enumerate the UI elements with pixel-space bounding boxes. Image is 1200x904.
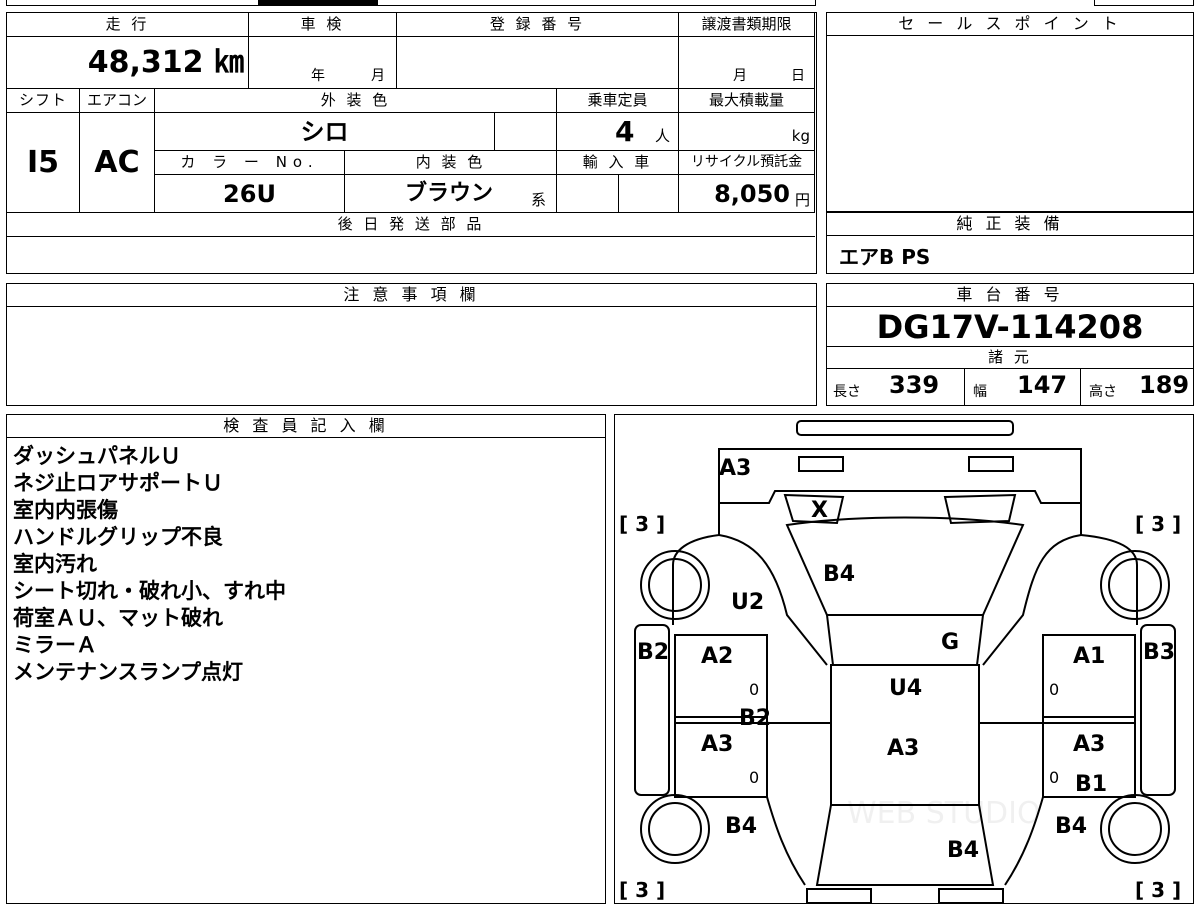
damage-rear-gate: B4 <box>947 838 979 863</box>
exterior-color-value: シロ <box>155 113 495 151</box>
capacity-unit: 人 <box>655 127 671 145</box>
tire-mark-rear-right: [ 3 ] <box>1135 878 1181 902</box>
inspector-note: ネジ止ロアサポートＵ <box>13 471 223 495</box>
import-label: 輸 入 車 <box>557 151 679 175</box>
inspection-label: 車 検 <box>249 13 397 37</box>
genuine-equipment-value: エアB PS <box>839 245 931 269</box>
chassis-box: 車 台 番 号 DG17V-114208 諸 元 長さ 339 幅 147 高さ… <box>826 283 1194 406</box>
inspector-box: 検 査 員 記 入 欄 ダッシュパネルＵ ネジ止ロアサポートＵ 室内内張傷 ハン… <box>6 414 606 904</box>
car-damage-diagram: [ 3 ] [ 3 ] [ 3 ] [ 3 ] A3 X B4 U2 G A2 … <box>614 414 1194 904</box>
notes-label: 注 意 事 項 欄 <box>7 284 816 307</box>
watermark: WEB STUDIO <box>847 796 1041 831</box>
shift-value: I5 <box>7 113 80 213</box>
sales-point-label: セ ー ル ス ポ イ ン ト <box>827 13 1193 36</box>
inspector-note: ダッシュパネルＵ <box>13 444 181 468</box>
damage-right-front-door: A1 <box>1073 644 1105 669</box>
inspection-date: 年 月 <box>249 37 397 89</box>
inspector-note: シート切れ・破れ小、すれ中 <box>13 579 286 603</box>
damage-roof-rear: A3 <box>887 736 919 761</box>
max-load-value: kg <box>679 113 815 151</box>
registration-label: 登 録 番 号 <box>397 13 679 37</box>
interior-color-value: ブラウン <box>405 181 494 206</box>
damage-left-rear-fender: B4 <box>725 814 757 839</box>
damage-left-sill: B2 <box>637 640 669 665</box>
inspector-note: 室内内張傷 <box>13 498 118 522</box>
damage-roof-front: G <box>941 630 959 655</box>
interior-color-label: 内 装 色 <box>345 151 557 175</box>
width-label: 幅 <box>973 384 987 400</box>
interior-color-suffix: 系 <box>531 191 547 209</box>
transfer-deadline-value: 月 日 <box>679 37 815 89</box>
specs-row: 長さ 339 幅 147 高さ 189 <box>827 369 1193 405</box>
tire-mark-front-right: [ 3 ] <box>1135 512 1181 536</box>
recycle-fee-label: リサイクル預託金 <box>679 151 815 175</box>
length-value: 339 <box>889 371 940 399</box>
inspector-label: 検 査 員 記 入 欄 <box>7 415 605 438</box>
capacity-value: 4 <box>615 115 635 148</box>
inspector-note: ミラーＡ <box>13 633 97 657</box>
exterior-color-label: 外 装 色 <box>155 89 557 113</box>
genuine-equipment-label: 純 正 装 備 <box>827 213 1193 236</box>
chassis-label: 車 台 番 号 <box>827 284 1193 307</box>
tire-mark-front-left: [ 3 ] <box>619 512 665 536</box>
damage-left-front-fender: U2 <box>731 590 764 615</box>
sales-point-box: セ ー ル ス ポ イ ン ト <box>826 12 1194 212</box>
damage-roof: U4 <box>889 676 922 701</box>
genuine-equipment-box: 純 正 装 備 エアB PS <box>826 212 1194 274</box>
color-number-value: 26U <box>155 175 345 213</box>
length-label: 長さ <box>833 384 861 400</box>
specs-label: 諸 元 <box>827 346 1193 369</box>
mileage-label: 走 行 <box>7 13 249 37</box>
capacity-label: 乗車定員 <box>557 89 679 113</box>
recycle-fee-unit: 円 <box>794 191 810 209</box>
inspector-note: メンテナンスランプ点灯 <box>13 660 243 684</box>
damage-hood: B4 <box>823 562 855 587</box>
later-parts-label: 後 日 発 送 部 品 <box>7 213 815 237</box>
damage-left-rear-door: A3 <box>701 732 733 757</box>
tire-mark-rear-left: [ 3 ] <box>619 878 665 902</box>
width-value: 147 <box>1017 371 1068 399</box>
transfer-deadline-label: 譲渡書類期限 <box>679 13 815 37</box>
inspector-note: 荷室ＡＵ、マット破れ <box>13 606 223 630</box>
door-zero: 0 <box>749 768 759 787</box>
notes-box: 注 意 事 項 欄 <box>6 283 817 406</box>
top-strip <box>6 0 1194 6</box>
recycle-fee-value: 8,050 <box>714 180 790 208</box>
mileage-value: 48,312 ㎞ <box>7 37 249 89</box>
inspector-note: 室内汚れ <box>13 552 97 576</box>
height-value: 189 <box>1139 371 1190 399</box>
max-load-label: 最大積載量 <box>679 89 815 113</box>
damage-windshield: X <box>811 498 828 523</box>
aircon-value: AC <box>80 113 155 213</box>
damage-pillar-left: B2 <box>739 706 771 731</box>
door-zero: 0 <box>749 680 759 699</box>
door-zero: 0 <box>1049 768 1059 787</box>
import-yes <box>557 175 619 213</box>
damage-right-rear-fender: B4 <box>1055 814 1087 839</box>
vehicle-info-form: 走 行 車 検 登 録 番 号 譲渡書類期限 48,312 ㎞ 年 月 月 日 … <box>6 12 817 274</box>
damage-right-rear-door: A3 <box>1073 732 1105 757</box>
registration-value <box>397 37 679 89</box>
recycle-fee-value-cell: 8,050 円 <box>679 175 815 213</box>
damage-right-sill: B3 <box>1143 640 1175 665</box>
car-outline: [ 3 ] [ 3 ] [ 3 ] [ 3 ] A3 X B4 U2 G A2 … <box>619 420 1181 903</box>
interior-color-value-cell: ブラウン 系 <box>345 175 557 213</box>
damage-front-bumper: A3 <box>719 456 751 481</box>
color-number-label: カ ラ ー No. <box>155 151 345 175</box>
inspector-note: ハンドルグリップ不良 <box>13 525 223 549</box>
aircon-label: エアコン <box>80 89 155 113</box>
exterior-color-extra <box>495 113 557 151</box>
inspector-notes-list: ダッシュパネルＵ ネジ止ロアサポートＵ 室内内張傷 ハンドルグリップ不良 室内汚… <box>13 443 286 686</box>
shift-label: シフト <box>7 89 80 113</box>
import-no <box>619 175 679 213</box>
damage-right-rear-panel: B1 <box>1075 772 1107 797</box>
height-label: 高さ <box>1089 384 1117 400</box>
damage-left-front-door: A2 <box>701 644 733 669</box>
door-zero: 0 <box>1049 680 1059 699</box>
chassis-number: DG17V-114208 <box>827 308 1193 347</box>
capacity-value-cell: 4 人 <box>557 113 679 151</box>
